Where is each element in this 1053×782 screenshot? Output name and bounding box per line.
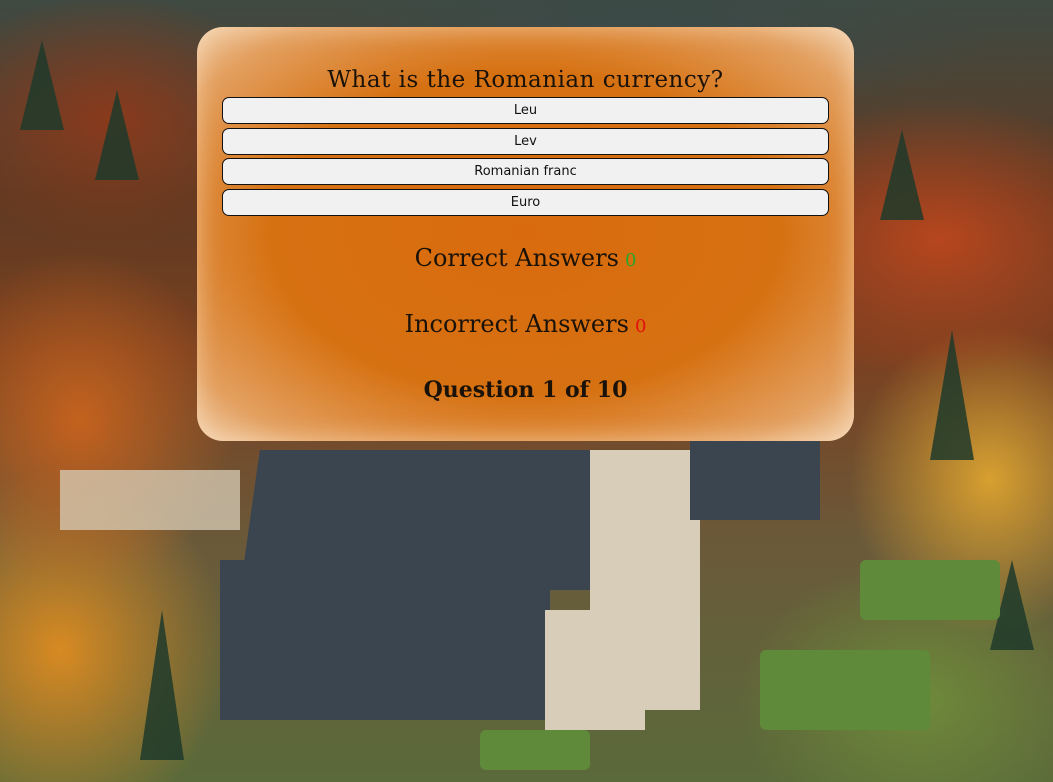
incorrect-answers-label: Incorrect Answers	[404, 310, 629, 338]
correct-answers-count: 0	[624, 250, 637, 271]
answer-button[interactable]: Euro	[222, 188, 829, 216]
answer-button[interactable]: Leu	[222, 97, 829, 124]
question-text: What is the Romanian currency?	[327, 67, 724, 93]
incorrect-answers-count: 0	[634, 316, 647, 337]
incorrect-answers-stat: Incorrect Answers 0	[197, 310, 854, 338]
answer-button[interactable]: Lev	[222, 127, 829, 155]
question-progress: Question 1 of 10	[423, 377, 628, 403]
correct-answers-label: Correct Answers	[414, 244, 619, 272]
correct-answers-stat: Correct Answers 0	[197, 244, 854, 272]
answer-list: Leu Lev Romanian franc Euro	[222, 97, 829, 219]
answer-button[interactable]: Romanian franc	[222, 158, 829, 185]
quiz-panel: What is the Romanian currency? Leu Lev R…	[197, 27, 854, 441]
